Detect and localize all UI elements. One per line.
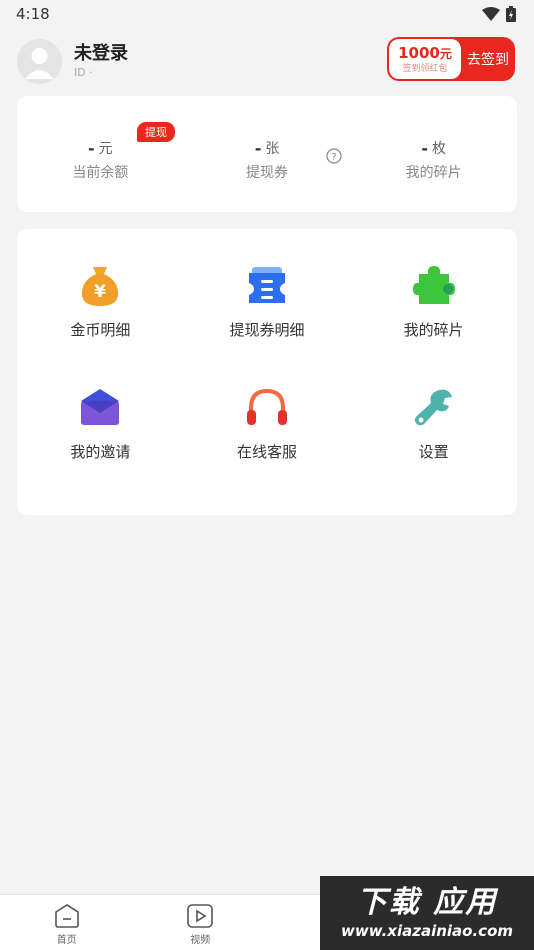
default-avatar-icon <box>17 38 62 84</box>
svg-text:?: ? <box>331 152 336 163</box>
tab-video[interactable]: 视频 <box>134 895 268 950</box>
watermark-title: 下载 应用 <box>356 885 498 920</box>
withdraw-badge[interactable]: 提现 <box>137 122 175 142</box>
avatar[interactable] <box>17 38 62 84</box>
headphones-icon <box>246 388 287 425</box>
username[interactable]: 未登录 <box>74 42 128 66</box>
user-id: ID · <box>74 66 93 79</box>
menu-customer-service[interactable]: 在线客服 <box>184 383 351 505</box>
wallet-balance[interactable]: 提现 -元 当前余额 <box>17 96 184 212</box>
video-icon <box>187 904 214 928</box>
wallet-fragments[interactable]: -枚 我的碎片 <box>350 96 517 212</box>
status-time: 4:18 <box>16 5 50 23</box>
menu-label: 提现券明细 <box>229 321 305 339</box>
sign-in-button[interactable]: 1000元 签到领红包 去签到 <box>387 37 515 81</box>
status-bar: 4:18 <box>0 0 534 28</box>
sign-in-label[interactable]: 去签到 <box>461 37 515 81</box>
menu-card: ¥ 金币明细 提现券明细 我的碎片 我的邀请 在线客服 设置 <box>17 229 517 515</box>
balance-label: 当前余额 <box>72 165 129 181</box>
home-icon <box>54 904 79 928</box>
tab-label: 视频 <box>190 935 211 946</box>
menu-voucher-details[interactable]: 提现券明细 <box>184 261 351 383</box>
wifi-icon <box>482 7 500 21</box>
tab-home[interactable]: 首页 <box>0 895 134 950</box>
svg-text:¥: ¥ <box>94 282 106 302</box>
sign-in-subtitle: 签到领红包 <box>402 63 448 74</box>
wrench-icon <box>414 389 452 426</box>
fragment-value: -枚 <box>421 139 446 158</box>
ticket-icon <box>248 267 285 303</box>
watermark-url: www.xiazainiao.com <box>340 922 514 940</box>
sign-in-amount: 1000元 <box>398 43 452 62</box>
tab-label: 首页 <box>56 935 77 946</box>
status-icons <box>482 6 516 22</box>
menu-label: 我的邀请 <box>70 443 131 461</box>
balance-value: -元 <box>88 139 113 158</box>
voucher-value: -张 <box>254 139 280 158</box>
menu-label: 金币明细 <box>70 321 131 339</box>
fragment-label: 我的碎片 <box>405 165 462 181</box>
envelope-icon <box>81 389 120 425</box>
menu-label: 我的碎片 <box>403 321 464 339</box>
wallet-vouchers[interactable]: -张 ? 提现券 <box>184 96 351 212</box>
menu-label: 设置 <box>418 443 449 461</box>
menu-label: 在线客服 <box>236 443 297 461</box>
puzzle-icon <box>412 266 455 304</box>
watermark-logo: 下载 应用 www.xiazainiao.com <box>320 876 534 950</box>
menu-my-fragments[interactable]: 我的碎片 <box>350 261 517 383</box>
menu-settings[interactable]: 设置 <box>350 383 517 505</box>
help-icon[interactable]: ? <box>326 148 342 164</box>
menu-coin-details[interactable]: ¥ 金币明细 <box>17 261 184 383</box>
battery-icon <box>506 6 516 22</box>
menu-my-invites[interactable]: 我的邀请 <box>17 383 184 505</box>
voucher-label: 提现券 <box>246 165 288 181</box>
wallet-card: 提现 -元 当前余额 -张 ? 提现券 -枚 我的碎片 <box>17 96 517 212</box>
money-bag-icon: ¥ <box>82 267 119 306</box>
